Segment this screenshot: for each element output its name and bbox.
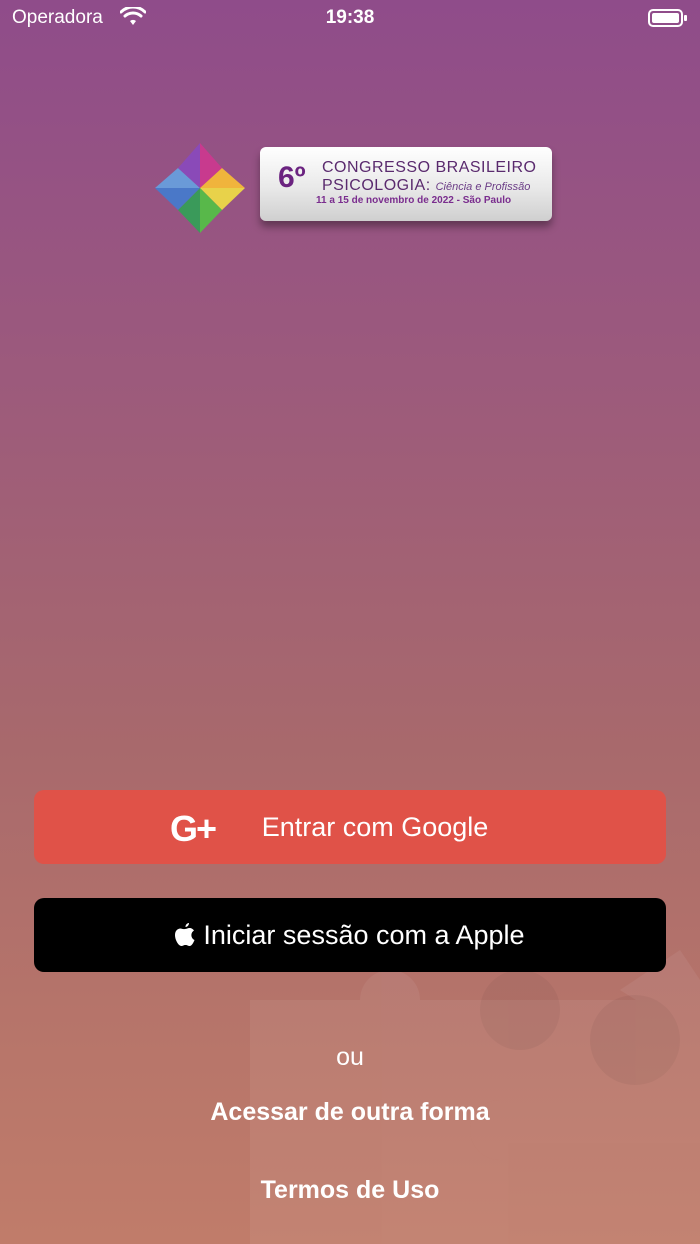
google-signin-button[interactable]: G+ Entrar com Google [34, 790, 666, 864]
logo-subtitle: Ciência e Profissão [435, 181, 531, 193]
apple-icon [175, 923, 195, 946]
logo-edition-number: 6º [278, 161, 306, 194]
logo-title-line2: PSICOLOGIA: Ciência e Profissão [322, 177, 530, 195]
logo-psicologia: PSICOLOGIA: [322, 177, 431, 194]
pinwheel-icon [155, 143, 245, 233]
clock: 19:38 [325, 7, 375, 28]
alternate-access-link[interactable]: Acessar de outra forma [0, 1098, 700, 1127]
logo-badge: 6º CONGRESSO BRASILEIRO PSICOLOGIA: Ciên… [260, 147, 552, 221]
battery-icon [648, 9, 687, 27]
google-signin-label: Entrar com Google [261, 811, 489, 842]
apple-signin-button[interactable]: Iniciar sessão com a Apple [34, 898, 666, 972]
status-bar: Operadora 19:38 [0, 0, 700, 36]
congress-logo: 6º CONGRESSO BRASILEIRO PSICOLOGIA: Ciên… [150, 138, 560, 238]
apple-signin-label: Iniciar sessão com a Apple [203, 919, 525, 950]
logo-title-line1: CONGRESSO BRASILEIRO [322, 159, 537, 176]
terms-of-use-link[interactable]: Termos de Uso [0, 1176, 700, 1205]
logo-dates: 11 a 15 de novembro de 2022 - São Paulo [316, 195, 512, 206]
or-separator: ou [336, 1043, 364, 1071]
google-plus-icon: G+ [170, 808, 217, 849]
